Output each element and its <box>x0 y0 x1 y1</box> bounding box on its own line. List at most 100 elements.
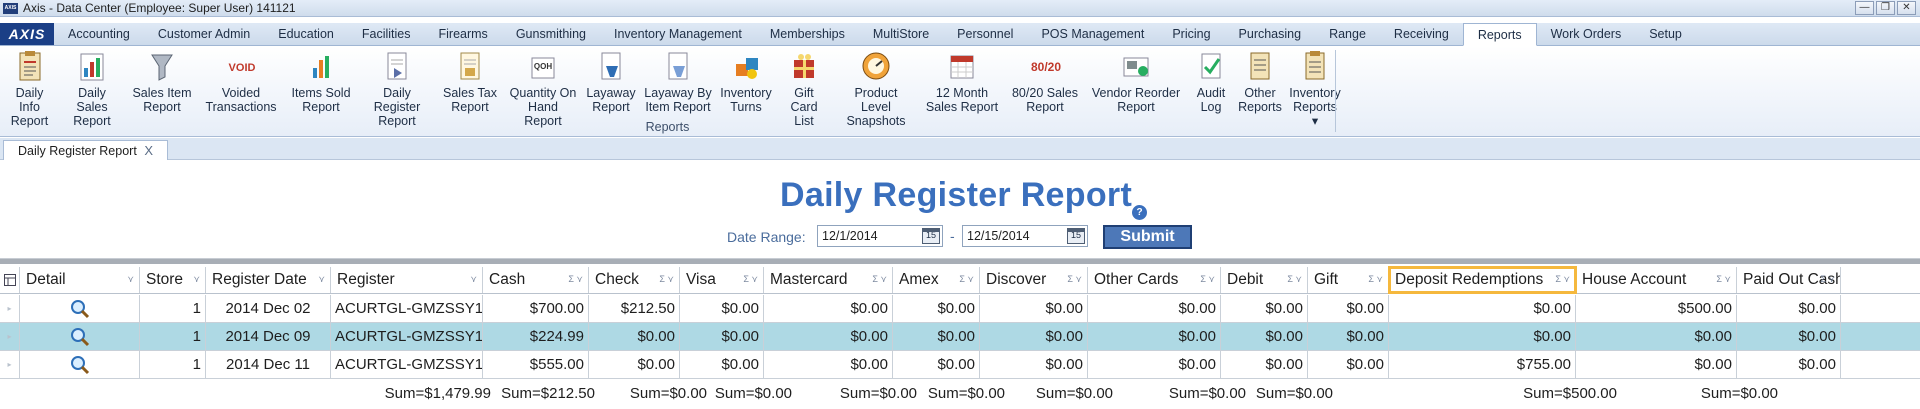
tab-pricing[interactable]: Pricing <box>1158 23 1224 45</box>
column-header-label: Check <box>595 271 639 288</box>
ribbon-daily-info-report-button[interactable]: Daily Info Report <box>2 50 57 128</box>
grid-options-icon[interactable] <box>0 267 20 293</box>
table-row[interactable]: ▸ 1 2014 Dec 02 ACURTGL-GMZSSY1 $700.00 $212.… <box>0 295 1920 323</box>
calendar-icon[interactable]: 15 <box>1067 228 1085 244</box>
ribbon-other-reports-button[interactable]: Other Reports <box>1235 50 1285 128</box>
date-from-field[interactable]: 12/1/2014 15 <box>817 225 943 247</box>
column-header-debit[interactable]: Debit Σ ⋎ <box>1221 267 1308 293</box>
column-header-mastercard[interactable]: Mastercard Σ ⋎ <box>764 267 893 293</box>
column-filter-icon[interactable]: ⋎ <box>127 274 134 285</box>
ribbon-audit-log-button[interactable]: Audit Log <box>1187 50 1235 128</box>
ribbon-inventory-turns-button[interactable]: Inventory Turns <box>717 50 775 128</box>
cell-cash: $700.00 <box>483 295 589 322</box>
column-header-register-date[interactable]: Register Date ⋎ <box>206 267 331 293</box>
column-header-detail[interactable]: Detail ⋎ <box>20 267 140 293</box>
column-header-register[interactable]: Register ⋎ <box>331 267 483 293</box>
ribbon-voided-transactions-button[interactable]: VOID Voided Transactions <box>197 50 285 128</box>
minimize-button[interactable]: — <box>1855 1 1874 15</box>
column-filter-icon[interactable]: Σ ⋎ <box>1555 274 1570 285</box>
row-selector[interactable]: ▸ <box>0 351 20 378</box>
column-filter-icon[interactable]: ⋎ <box>470 274 477 285</box>
ribbon-8020-sales-report-button[interactable]: 80/20 80/20 Sales Report <box>1005 50 1085 128</box>
ribbon-quantity-on-hand-report-button[interactable]: QOH Quantity On Hand Report <box>503 50 583 128</box>
tab-pos-management[interactable]: POS Management <box>1027 23 1158 45</box>
column-filter-icon[interactable]: Σ ⋎ <box>1067 274 1082 285</box>
magnifier-icon[interactable] <box>70 299 90 319</box>
tab-purchasing[interactable]: Purchasing <box>1225 23 1316 45</box>
column-filter-icon[interactable]: ⋎ <box>193 274 200 285</box>
tab-multistore[interactable]: MultiStore <box>859 23 943 45</box>
table-row[interactable]: ▸ 1 2014 Dec 09 ACURTGL-GMZSSY1 $224.99 $0.00… <box>0 323 1920 351</box>
ribbon-product-level-snapshots-button[interactable]: Product Level Snapshots <box>833 50 919 128</box>
ribbon-layaway-by-item-report-button[interactable]: Layaway By Item Report <box>639 50 717 128</box>
column-filter-icon[interactable]: Σ ⋎ <box>1716 274 1731 285</box>
tab-personnel[interactable]: Personnel <box>943 23 1027 45</box>
magnifier-icon[interactable] <box>70 327 90 347</box>
ribbon-gift-card-list-button[interactable]: Gift Card List <box>775 50 833 128</box>
tab-firearms[interactable]: Firearms <box>425 23 502 45</box>
calendar-icon[interactable]: 15 <box>922 228 940 244</box>
row-selector[interactable]: ▸ <box>0 295 20 322</box>
table-row[interactable]: ▸ 1 2014 Dec 11 ACURTGL-GMZSSY1 $555.00 $0.00… <box>0 351 1920 379</box>
column-header-store[interactable]: Store ⋎ <box>140 267 206 293</box>
detail-cell[interactable] <box>20 295 140 322</box>
column-header-visa[interactable]: Visa Σ ⋎ <box>680 267 764 293</box>
column-filter-icon[interactable]: Σ ⋎ <box>959 274 974 285</box>
detail-cell[interactable] <box>20 323 140 350</box>
tab-education[interactable]: Education <box>264 23 348 45</box>
ribbon-item-label: Layaway By Item Report <box>644 86 712 114</box>
tab-customer-admin[interactable]: Customer Admin <box>144 23 264 45</box>
column-header-paid-out-cash[interactable]: Paid Out Cash Σ ⋎ <box>1737 267 1841 293</box>
close-button[interactable]: ✕ <box>1897 1 1916 15</box>
date-to-field[interactable]: 12/15/2014 15 <box>962 225 1088 247</box>
doc-tab-daily-register-report[interactable]: Daily Register Report X <box>3 140 168 160</box>
ribbon-inventory-reports-button[interactable]: Inventory Reports ▾ <box>1285 50 1345 128</box>
ribbon-vendor-reorder-report-button[interactable]: Vendor Reorder Report <box>1085 50 1187 128</box>
tab-setup[interactable]: Setup <box>1635 23 1696 45</box>
column-filter-icon[interactable]: Σ ⋎ <box>872 274 887 285</box>
ribbon-layaway-report-button[interactable]: Layaway Report <box>583 50 639 128</box>
column-header-check[interactable]: Check Σ ⋎ <box>589 267 680 293</box>
column-header-amex[interactable]: Amex Σ ⋎ <box>893 267 980 293</box>
column-filter-icon[interactable]: Σ ⋎ <box>1200 274 1215 285</box>
column-header-other-cards[interactable]: Other Cards Σ ⋎ <box>1088 267 1221 293</box>
tab-inventory-management[interactable]: Inventory Management <box>600 23 756 45</box>
column-header-gift[interactable]: Gift Σ ⋎ <box>1308 267 1389 293</box>
axis-logo[interactable]: AXIS <box>0 23 54 45</box>
ribbon-daily-register-report-button[interactable]: Daily Register Report <box>357 50 437 128</box>
help-icon[interactable]: ? <box>1132 205 1147 220</box>
column-filter-icon[interactable]: Σ ⋎ <box>1368 274 1383 285</box>
ribbon-daily-sales-report-button[interactable]: Daily Sales Report <box>57 50 127 128</box>
cell-check: $212.50 <box>589 295 680 322</box>
column-header-house-account[interactable]: House Account Σ ⋎ <box>1576 267 1737 293</box>
column-filter-icon[interactable]: Σ ⋎ <box>659 274 674 285</box>
column-filter-icon[interactable]: Σ ⋎ <box>743 274 758 285</box>
detail-cell[interactable] <box>20 351 140 378</box>
tab-work-orders[interactable]: Work Orders <box>1537 23 1636 45</box>
tab-facilities[interactable]: Facilities <box>348 23 425 45</box>
restore-button[interactable]: ❐ <box>1876 1 1895 15</box>
ribbon-sales-item-report-button[interactable]: Sales Item Report <box>127 50 197 128</box>
magnifier-icon[interactable] <box>70 355 90 375</box>
tab-accounting[interactable]: Accounting <box>54 23 144 45</box>
column-filter-icon[interactable]: Σ ⋎ <box>568 274 583 285</box>
row-selector[interactable]: ▸ <box>0 323 20 350</box>
tab-range[interactable]: Range <box>1315 23 1380 45</box>
column-header-cash[interactable]: Cash Σ ⋎ <box>483 267 589 293</box>
column-filter-icon[interactable]: Σ ⋎ <box>1287 274 1302 285</box>
column-filter-icon[interactable]: ⋎ <box>318 274 325 285</box>
submit-button[interactable]: Submit <box>1103 225 1192 249</box>
cell-discover: $0.00 <box>980 323 1088 350</box>
doc-tab-close-icon[interactable]: X <box>144 143 153 158</box>
column-header-discover[interactable]: Discover Σ ⋎ <box>980 267 1088 293</box>
ribbon-items-sold-report-button[interactable]: Items Sold Report <box>285 50 357 128</box>
column-filter-icon[interactable]: Σ ⋎ <box>1820 274 1835 285</box>
tab-gunsmithing[interactable]: Gunsmithing <box>502 23 600 45</box>
tab-receiving[interactable]: Receiving <box>1380 23 1463 45</box>
ribbon-sales-tax-report-button[interactable]: Sales Tax Report <box>437 50 503 128</box>
panel-splitter[interactable] <box>0 258 1920 264</box>
column-header-deposit-redemptions[interactable]: Deposit Redemptions Σ ⋎ <box>1388 266 1577 294</box>
ribbon-12-month-sales-report-button[interactable]: 12 Month Sales Report <box>919 50 1005 128</box>
tab-reports[interactable]: Reports <box>1462 23 1537 46</box>
tab-memberships[interactable]: Memberships <box>756 23 859 45</box>
